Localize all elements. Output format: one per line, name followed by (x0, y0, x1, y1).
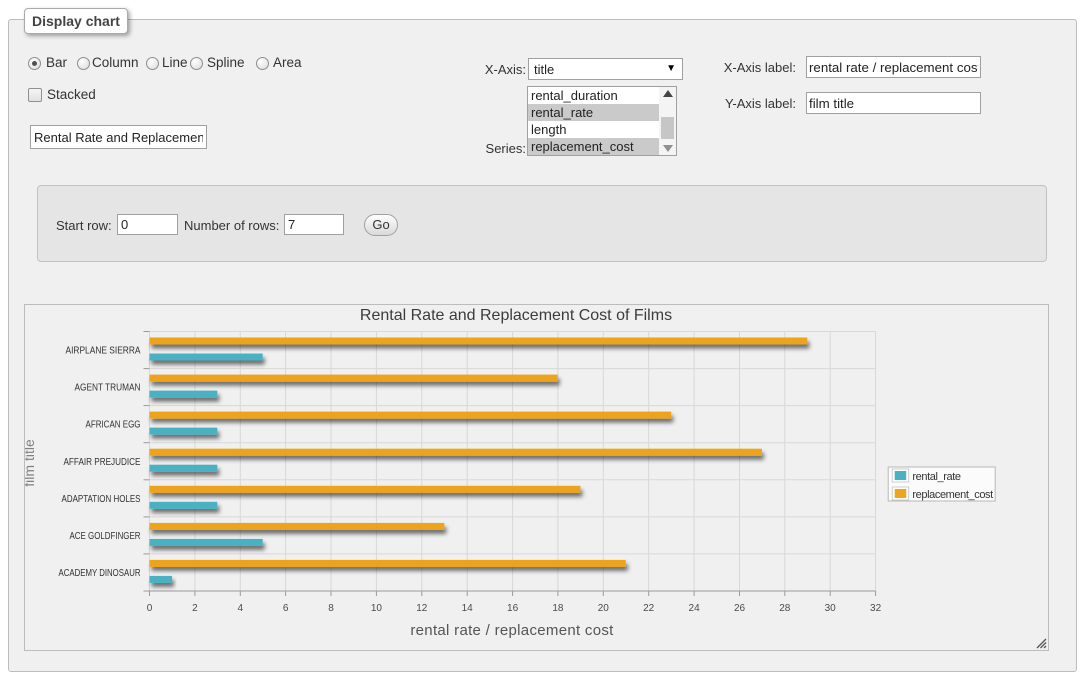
svg-text:10: 10 (371, 603, 383, 614)
svg-text:16: 16 (507, 603, 519, 614)
svg-text:24: 24 (689, 603, 701, 614)
svg-text:26: 26 (734, 603, 746, 614)
svg-text:22: 22 (643, 603, 655, 614)
svg-text:Rental Rate and Replacement Co: Rental Rate and Replacement Cost of Film… (360, 307, 672, 324)
svg-text:30: 30 (825, 603, 837, 614)
svg-text:20: 20 (598, 603, 610, 614)
svg-text:AFFAIR PREJUDICE: AFFAIR PREJUDICE (64, 457, 141, 468)
svg-text:replacement_cost: replacement_cost (912, 489, 993, 501)
svg-text:0: 0 (147, 603, 153, 614)
svg-text:ADAPTATION HOLES: ADAPTATION HOLES (62, 494, 141, 505)
svg-text:AFRICAN EGG: AFRICAN EGG (86, 420, 141, 431)
svg-text:ACADEMY DINOSAUR: ACADEMY DINOSAUR (59, 568, 141, 579)
svg-text:8: 8 (328, 603, 334, 614)
svg-text:32: 32 (870, 603, 882, 614)
svg-text:18: 18 (552, 603, 564, 614)
svg-text:AGENT TRUMAN: AGENT TRUMAN (75, 383, 141, 394)
svg-text:ACE GOLDFINGER: ACE GOLDFINGER (70, 531, 141, 542)
svg-text:28: 28 (779, 603, 791, 614)
svg-text:12: 12 (416, 603, 428, 614)
svg-text:rental_rate: rental_rate (912, 471, 960, 483)
svg-text:6: 6 (283, 603, 289, 614)
svg-text:2: 2 (192, 603, 198, 614)
svg-text:AIRPLANE SIERRA: AIRPLANE SIERRA (66, 346, 141, 357)
svg-text:rental rate / replacement cost: rental rate / replacement cost (410, 622, 614, 639)
svg-text:14: 14 (462, 603, 474, 614)
svg-text:4: 4 (238, 603, 244, 614)
svg-text:film title: film title (25, 439, 37, 487)
